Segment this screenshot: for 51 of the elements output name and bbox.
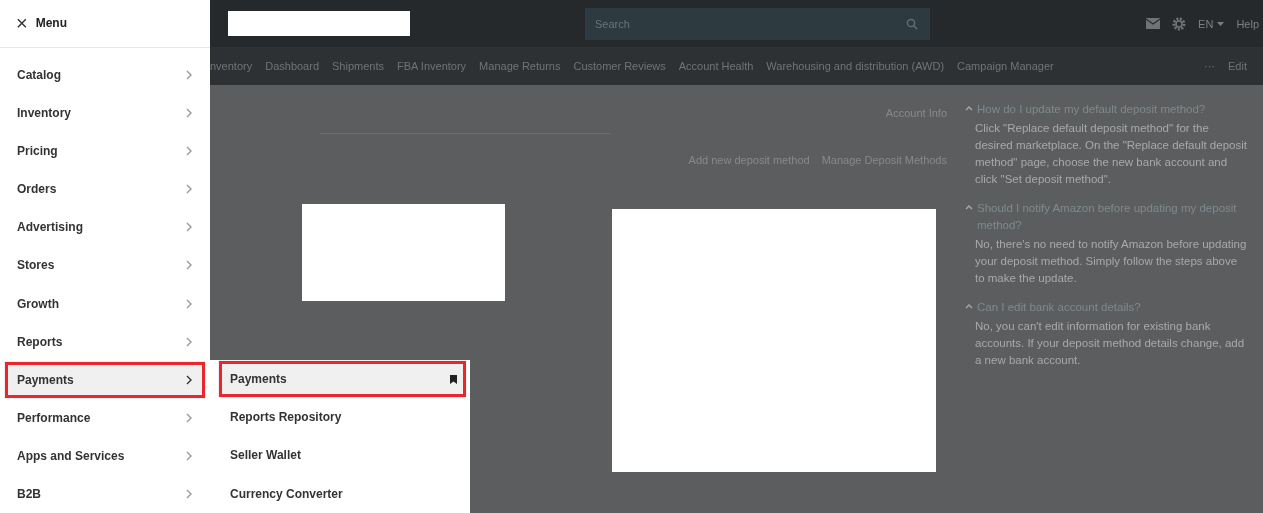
menu-item[interactable]: Pricing [0, 132, 210, 171]
submenu-item[interactable]: Reports Repository [210, 398, 470, 437]
chevron-right-icon [186, 69, 192, 80]
nav-link[interactable]: FBA Inventory [397, 60, 467, 72]
chevron-right-icon [186, 298, 192, 309]
nav-link[interactable]: nventory [210, 60, 253, 72]
language-selector[interactable]: EN [1198, 17, 1214, 30]
menu-item[interactable]: Inventory [0, 94, 210, 133]
chevron-right-icon [186, 260, 192, 271]
chevron-right-icon [186, 488, 192, 499]
menu-item[interactable]: Orders [0, 170, 210, 209]
menu-item[interactable]: Performance [0, 398, 210, 437]
nav-link[interactable]: Campaign Manager [957, 60, 1054, 72]
edit-button[interactable]: Edit [1228, 60, 1247, 72]
menu-item[interactable]: Apps and Services [0, 436, 210, 475]
faq-answer: No, you can't edit information for existing bank accounts. If your deposit method details change, add a new bank account. [975, 319, 1246, 368]
menu-item[interactable]: Growth [0, 284, 210, 323]
submenu-item[interactable]: Seller Wallet [210, 436, 470, 475]
help-link[interactable]: Help [1236, 17, 1259, 30]
chevron-right-icon [186, 146, 192, 157]
nav-link[interactable]: Dashboard [265, 60, 320, 72]
submenu-item[interactable]: Payments [218, 360, 467, 399]
menu-item[interactable]: Advertising [0, 208, 210, 247]
chevron-right-icon [186, 336, 192, 347]
nav-link[interactable]: Manage Returns [479, 60, 561, 72]
nav-link[interactable]: Account Health [678, 60, 754, 72]
faq-answer: No, there's no need to notify Amazon before updating your deposit method. Simply follow the steps above to make the update. [975, 237, 1248, 286]
search-icon [906, 17, 918, 30]
submenu-item[interactable]: Currency Converter [210, 474, 470, 513]
menu-item[interactable]: Stores [0, 246, 210, 285]
menu-item[interactable]: Payments [4, 360, 206, 399]
faq-answer: Click "Replace default deposit method" for the desired marketplace. On the "Replace default deposit method" page, choose the new bank account and click "Set deposit method". [975, 121, 1248, 187]
settings-icon[interactable] [1172, 16, 1187, 31]
chevron-right-icon [186, 412, 192, 423]
menu-item[interactable]: Catalog [0, 55, 210, 94]
chevron-right-icon [186, 184, 192, 195]
menu-item[interactable]: Reports [0, 322, 210, 361]
nav-link[interactable]: Customer Reviews [573, 60, 666, 72]
chevron-right-icon [186, 222, 192, 233]
chevron-right-icon [186, 450, 192, 461]
nav-link[interactable]: Warehousing and distribution (AWD) [766, 60, 945, 72]
chevron-right-icon [186, 108, 192, 119]
nav-link[interactable]: Shipments [332, 60, 384, 72]
chevron-right-icon [186, 374, 192, 385]
close-button[interactable]: × [16, 13, 28, 34]
menu-item[interactable]: B2B [0, 474, 210, 513]
caret-down-icon [1217, 21, 1225, 26]
menu-title: Menu [35, 16, 68, 31]
search-field[interactable]: Search [585, 7, 930, 40]
more-button[interactable]: ··· [1204, 60, 1216, 72]
mail-icon[interactable] [1146, 18, 1161, 29]
